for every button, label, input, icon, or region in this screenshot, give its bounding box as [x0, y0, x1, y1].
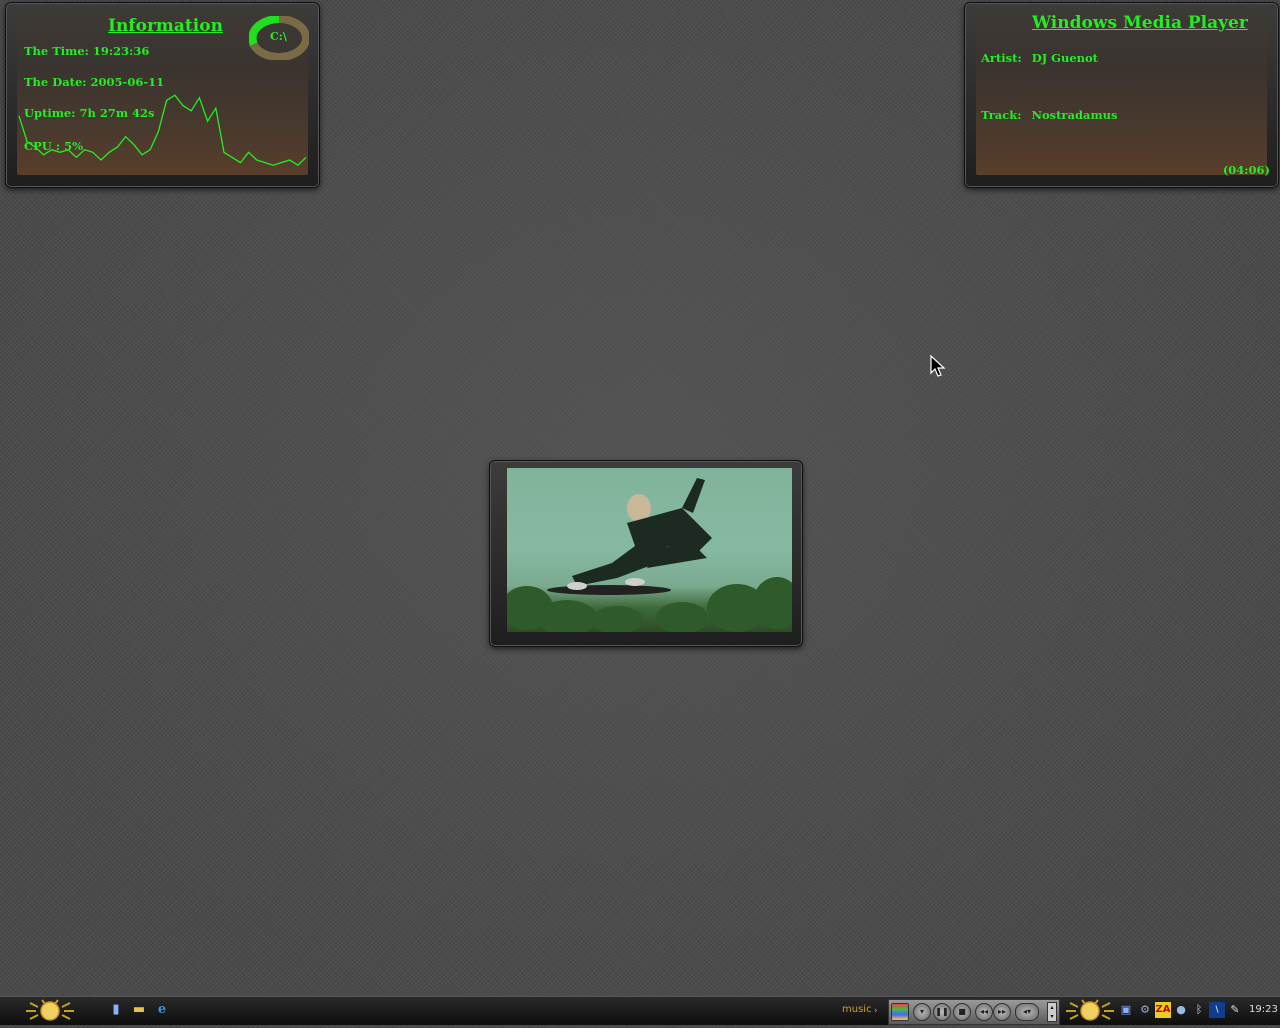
video-widget: [489, 460, 803, 647]
track-value: Nostradamus: [1031, 108, 1118, 122]
sun-logo-icon: [1066, 999, 1114, 1021]
information-widget: Information C:\ The Time: 19:23:36 The D…: [5, 2, 320, 188]
previous-icon[interactable]: ◂◂: [975, 1003, 993, 1021]
media-player-title[interactable]: Windows Media Player: [1032, 13, 1248, 33]
video-preview[interactable]: [507, 468, 792, 632]
drive-label: C:\: [270, 30, 287, 43]
start-button[interactable]: [22, 998, 78, 1024]
bluetooth-icon[interactable]: ᛒ: [1191, 1002, 1207, 1018]
track-label: Track:: [981, 108, 1022, 122]
pause-icon[interactable]: ❚❚: [933, 1003, 951, 1021]
drive-gauge[interactable]: C:\: [248, 15, 310, 61]
artist-row: Artist: DJ Guenot: [981, 51, 1098, 65]
taskbar-clock[interactable]: 19:23: [1249, 1004, 1278, 1015]
zonealarm-icon[interactable]: ZA: [1155, 1002, 1171, 1018]
cpu-readout: CPU : 5%: [24, 139, 84, 153]
globe-icon[interactable]: ●: [1173, 1002, 1189, 1018]
safely-remove-icon[interactable]: ✎: [1227, 1002, 1243, 1018]
taskbar: ▮ ▬ e music › ▾ ❚❚ ■ ◂◂ ▸▸ ◂▾ ▴ ▾ ▣ ⚙ ZA …: [0, 996, 1280, 1025]
information-title: Information: [108, 16, 223, 36]
show-desktop-icon[interactable]: ▮: [108, 1002, 124, 1018]
restore-player-icon[interactable]: ▴ ▾: [1047, 1002, 1057, 1022]
date-readout: The Date: 2005-06-11: [24, 75, 165, 89]
media-player-toolbar: ▾ ❚❚ ■ ◂◂ ▸▸ ◂▾ ▴ ▾: [888, 999, 1060, 1025]
artist-value: DJ Guenot: [1031, 51, 1098, 65]
mouse-cursor-icon: [930, 354, 946, 377]
artist-label: Artist:: [981, 51, 1022, 65]
internet-explorer-icon[interactable]: e: [154, 1002, 170, 1018]
time-readout: The Time: 19:23:36: [24, 44, 150, 58]
stop-icon[interactable]: ■: [953, 1003, 971, 1021]
menu-icon[interactable]: ▾: [913, 1003, 931, 1021]
antivirus-icon[interactable]: \: [1209, 1002, 1225, 1018]
arrow-icon: ›: [874, 1006, 878, 1016]
windows-logo-icon[interactable]: [891, 1003, 909, 1021]
track-row: Track: Nostradamus: [981, 108, 1117, 122]
media-player-widget: Windows Media Player Artist: DJ Guenot T…: [964, 2, 1279, 188]
folder-icon[interactable]: ▬: [131, 1002, 147, 1018]
tray-sun-logo: [1062, 998, 1118, 1024]
network-connections-icon[interactable]: ⚙: [1137, 1002, 1153, 1018]
network-icon[interactable]: ▣: [1118, 1002, 1134, 1018]
sun-logo-icon: [26, 999, 74, 1021]
skateboarder-image: [507, 478, 792, 632]
track-duration: (04:06): [1222, 163, 1270, 177]
uptime-readout: Uptime: 7h 27m 42s: [24, 106, 155, 120]
next-icon[interactable]: ▸▸: [993, 1003, 1011, 1021]
media-player-widget-body: [976, 12, 1267, 175]
volume-icon[interactable]: ◂▾: [1015, 1003, 1039, 1021]
music-label: music: [842, 1004, 872, 1015]
